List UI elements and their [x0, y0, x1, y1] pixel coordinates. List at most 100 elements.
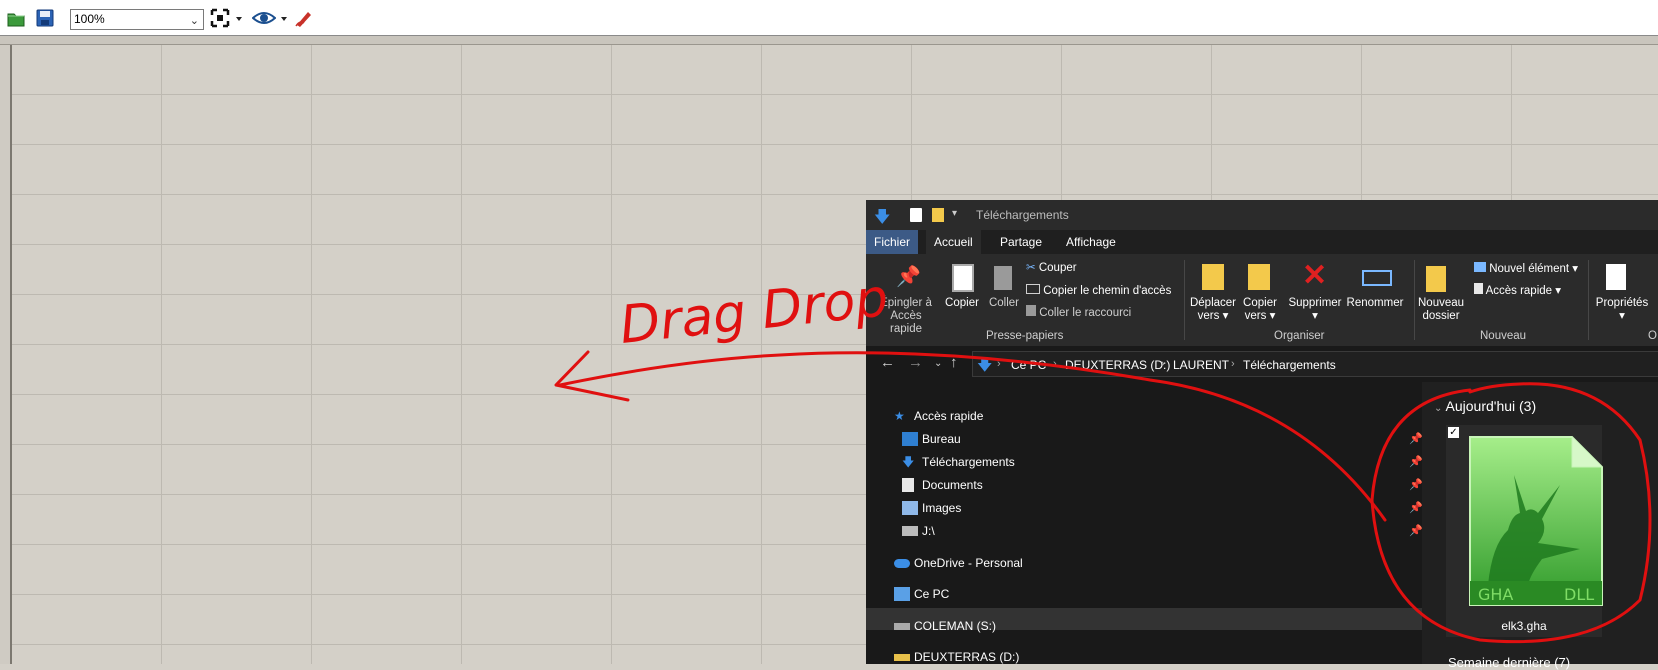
zoom-extents-icon[interactable]: [210, 8, 230, 28]
drive-icon: [894, 654, 910, 661]
sketch-pen-icon[interactable]: [294, 8, 314, 28]
properties-button[interactable]: Propriétés ▾: [1594, 297, 1650, 323]
nav-label: Images: [922, 501, 962, 515]
main-toolbar: 100% ⌄: [0, 0, 1658, 36]
newfolder-label-2: dossier: [1422, 310, 1460, 322]
file-item-elk3[interactable]: ✓ GHA DLL elk3.gha: [1446, 425, 1603, 637]
nav-label: DEUXTERRAS (D:): [914, 650, 1020, 664]
address-bar[interactable]: 🡇 › Ce PC › DEUXTERRAS (D:) › LAURENT › …: [972, 351, 1658, 377]
new-folder-mini-icon[interactable]: [932, 208, 944, 222]
nav-item-documents[interactable]: Documents 📌: [902, 474, 1442, 496]
paste-shortcut-icon: [1026, 305, 1036, 316]
collapse-chevron-icon: ⌄: [1434, 403, 1443, 414]
nav-item-bureau[interactable]: Bureau 📌: [902, 428, 1442, 450]
canvas-border-top: [0, 36, 1658, 45]
pin-label-2: Accès rapide: [890, 310, 922, 335]
zoom-extents-dropdown[interactable]: [236, 17, 242, 21]
drive-icon: [894, 623, 910, 630]
copy-path-button[interactable]: Copier le chemin d'accès: [1026, 284, 1171, 298]
delete-x-icon: ✕: [1302, 259, 1328, 292]
save-icon[interactable]: [35, 8, 55, 28]
properties-icon: [1606, 264, 1626, 290]
new-item-icon: [1474, 262, 1486, 272]
nav-item-j-drive[interactable]: J:\ 📌: [902, 520, 1442, 542]
scissors-icon: ✂: [1026, 262, 1036, 274]
nav-item-acces-rapide[interactable]: ★ Accès rapide: [894, 405, 983, 427]
document-icon: [902, 478, 914, 492]
quick-access-down-arrow-icon[interactable]: 🡇: [874, 206, 890, 233]
picture-icon: [902, 501, 918, 515]
paste-shortcut-button[interactable]: Coller le raccourci: [1026, 305, 1131, 320]
ribbon-tabs: Fichier Accueil Partage Affichage: [866, 230, 1658, 254]
copy-to-button[interactable]: Copier vers ▾: [1238, 297, 1282, 323]
pin-icon[interactable]: 📌: [1409, 497, 1423, 519]
nav-label: J:\: [922, 524, 935, 538]
paste-button[interactable]: Coller: [984, 297, 1024, 310]
badge-gha: GHA: [1478, 585, 1513, 604]
move-to-button[interactable]: Déplacer vers ▾: [1188, 297, 1238, 323]
recent-dropdown-icon[interactable]: ⌄: [934, 358, 942, 369]
tab-partage[interactable]: Partage: [992, 230, 1050, 254]
tab-accueil[interactable]: Accueil: [926, 230, 981, 254]
back-arrow-icon[interactable]: ←: [880, 354, 895, 371]
properties-check-icon[interactable]: [910, 208, 922, 222]
breadcrumb-laurent[interactable]: LAURENT: [1173, 358, 1229, 372]
pin-icon[interactable]: 📌: [1409, 520, 1423, 542]
pin-icon[interactable]: 📌: [1409, 451, 1423, 473]
nav-item-ce-pc[interactable]: Ce PC: [894, 583, 949, 605]
nav-label: OneDrive - Personal: [914, 556, 1023, 570]
up-arrow-icon[interactable]: ↑: [950, 354, 958, 371]
easy-access-icon: [1474, 283, 1483, 294]
chevron-down-icon: ⌄: [189, 15, 199, 27]
address-bar-row: ← → ⌄ ↑ 🡇 › Ce PC › DEUXTERRAS (D:) › LA…: [866, 346, 1658, 382]
breadcrumb-ce-pc[interactable]: Ce PC: [1011, 358, 1046, 372]
delete-button[interactable]: Supprimer ▾: [1286, 297, 1344, 323]
badge-dll: DLL: [1564, 585, 1594, 604]
new-folder-button[interactable]: Nouveau dossier: [1418, 297, 1464, 323]
open-file-icon[interactable]: [6, 8, 26, 28]
zoom-value: 100%: [74, 12, 105, 26]
network-drive-icon: [902, 526, 918, 536]
breadcrumb-separator: ›: [1161, 358, 1165, 370]
group-header-last-week[interactable]: Semaine dernière (7): [1448, 655, 1570, 670]
new-item-button[interactable]: Nouvel élément ▾: [1474, 262, 1578, 276]
nav-label: Accès rapide: [914, 409, 984, 423]
copy-path-icon: [1026, 284, 1040, 294]
forward-arrow-icon[interactable]: →: [908, 354, 923, 371]
nav-item-onedrive[interactable]: OneDrive - Personal: [894, 552, 1023, 574]
window-title: Téléchargements: [976, 208, 1069, 222]
breadcrumb-deuxterras[interactable]: DEUXTERRAS (D:): [1065, 358, 1170, 372]
nav-item-deuxterras[interactable]: DEUXTERRAS (D:): [894, 646, 1019, 668]
easy-access-button[interactable]: Accès rapide ▾: [1474, 283, 1561, 298]
preview-dropdown[interactable]: [281, 17, 287, 21]
pin-quick-access-button[interactable]: Épingler à Accès rapide: [874, 297, 938, 336]
tab-fichier[interactable]: Fichier: [866, 230, 919, 254]
zoom-select[interactable]: 100% ⌄: [70, 9, 204, 30]
nav-label: Documents: [922, 478, 983, 492]
rename-button[interactable]: Renommer: [1346, 297, 1404, 310]
copy-to-folder-icon: [1248, 264, 1270, 290]
pin-icon[interactable]: 📌: [1409, 474, 1423, 496]
download-icon: 🡇: [902, 455, 915, 469]
preview-eye-icon[interactable]: [251, 8, 277, 28]
tab-affichage[interactable]: Affichage: [1058, 230, 1124, 254]
nav-item-coleman[interactable]: COLEMAN (S:): [894, 615, 996, 637]
breadcrumb-telechargements[interactable]: Téléchargements: [1243, 358, 1336, 372]
nav-label: Bureau: [922, 432, 961, 446]
group-header-today[interactable]: ⌄ Aujourd'hui (3): [1434, 398, 1536, 414]
copy-button[interactable]: Copier: [940, 297, 984, 310]
desktop-icon: [902, 432, 918, 446]
nav-item-telechargements[interactable]: 🡇 Téléchargements 📌: [902, 451, 1442, 473]
cut-button[interactable]: ✂ Couper: [1026, 262, 1077, 275]
customize-toolbar-icon[interactable]: ▾: [952, 208, 957, 219]
nav-label: Ce PC: [914, 587, 950, 601]
pin-icon[interactable]: 📌: [1409, 428, 1423, 450]
group-header-label: Aujourd'hui (3): [1445, 398, 1537, 414]
file-explorer-window: 🡇 ▾ Téléchargements Fichier Accueil Part…: [866, 200, 1658, 670]
group-open-label: O: [1648, 330, 1657, 342]
pin-icon: 📌: [896, 266, 921, 288]
paste-shortcut-label: Coller le raccourci: [1039, 307, 1132, 319]
file-checkbox[interactable]: ✓: [1448, 427, 1459, 438]
delete-dropdown-icon: ▾: [1312, 310, 1318, 322]
nav-item-images[interactable]: Images 📌: [902, 497, 1442, 519]
